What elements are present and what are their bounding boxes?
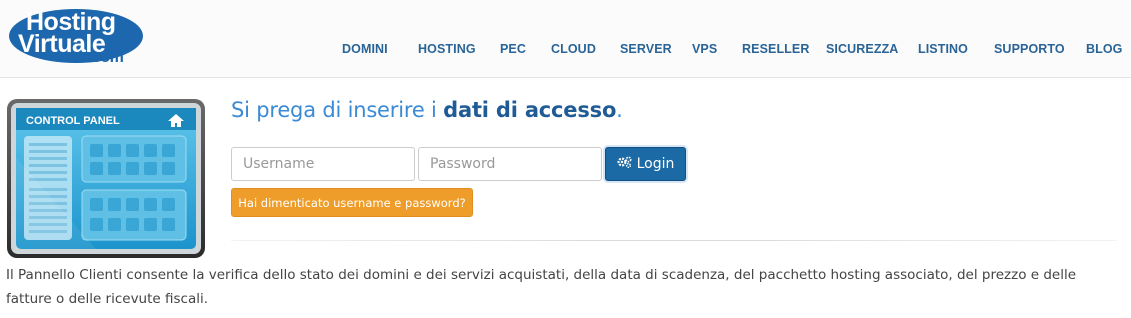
- main-nav: DOMINI HOSTING PEC CLOUD SERVER VPS RESE…: [0, 42, 1131, 58]
- nav-item-cloud[interactable]: CLOUD: [551, 42, 596, 56]
- gears-icon: [617, 156, 632, 172]
- login-button-label: Login: [636, 156, 675, 172]
- nav-item-server[interactable]: SERVER: [620, 42, 672, 56]
- password-input[interactable]: [418, 147, 602, 181]
- nav-item-sicurezza[interactable]: SICUREZZA: [826, 42, 898, 56]
- nav-item-listino[interactable]: LISTINO: [918, 42, 968, 56]
- nav-item-blog[interactable]: BLOG: [1086, 42, 1123, 56]
- nav-item-reseller[interactable]: RESELLER: [742, 42, 809, 56]
- nav-item-pec[interactable]: PEC: [500, 42, 526, 56]
- username-input[interactable]: [231, 147, 415, 181]
- control-panel-title: CONTROL PANEL: [26, 115, 120, 127]
- login-heading: Si prega di inserire i dati di accesso.: [231, 98, 623, 122]
- site-header: Hosting Virtuale .com DOMINI HOSTING PEC…: [0, 0, 1131, 78]
- forgot-credentials-button[interactable]: Hai dimenticato username e password?: [231, 188, 473, 217]
- description-text: Il Pannello Clienti consente la verifica…: [6, 267, 1077, 307]
- login-button[interactable]: Login: [605, 147, 686, 181]
- site-logo[interactable]: Hosting Virtuale .com: [8, 6, 158, 68]
- control-panel-illustration: CONTROL PANEL: [6, 98, 206, 259]
- nav-item-hosting[interactable]: HOSTING: [418, 42, 476, 56]
- nav-item-domini[interactable]: DOMINI: [342, 42, 388, 56]
- divider: [231, 240, 1117, 241]
- nav-item-vps[interactable]: VPS: [692, 42, 717, 56]
- nav-item-supporto[interactable]: SUPPORTO: [994, 42, 1065, 56]
